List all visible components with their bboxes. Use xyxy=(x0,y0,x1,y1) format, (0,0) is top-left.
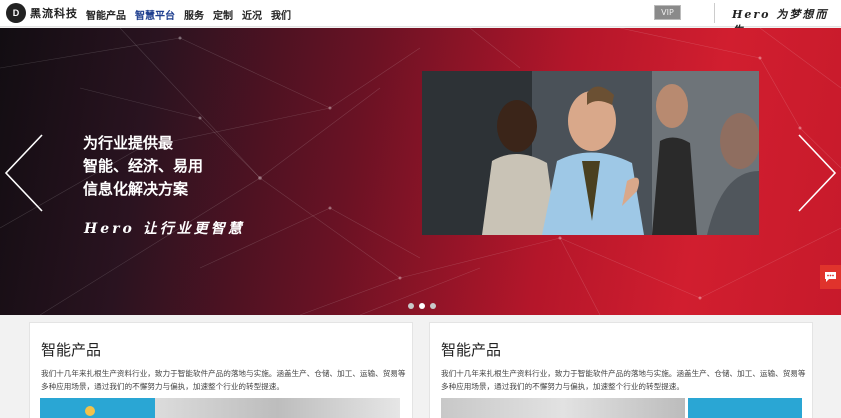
chat-icon xyxy=(825,272,836,282)
nav-item-platform[interactable]: 智慧平台 xyxy=(135,7,175,22)
nav-item-products[interactable]: 智能产品 xyxy=(86,7,126,22)
bulb-icon xyxy=(85,406,95,416)
card-thumb-photo xyxy=(441,398,685,418)
logo-text: 黑流科技 xyxy=(30,7,78,20)
nav-item-custom[interactable]: 定制 xyxy=(213,7,233,22)
card-description: 我们十几年来扎根生产资料行业，致力于智能软件产品的落地与实施。涵盖生产、仓储、加… xyxy=(441,369,806,391)
slide-dot-3[interactable] xyxy=(430,303,436,309)
chevron-right-icon[interactable] xyxy=(797,133,837,213)
slide-indicators xyxy=(408,303,441,309)
nav-item-news[interactable]: 近况 xyxy=(242,7,262,22)
headline-line-1: 为行业提供最 xyxy=(83,134,174,152)
banner-headline: 为行业提供最 智能、经济、易用 信息化解决方案 xyxy=(83,132,203,201)
hero-banner: 为行业提供最 智能、经济、易用 信息化解决方案 Hero 让行业更智慧 xyxy=(0,28,841,315)
page: D 黑流科技 智能产品 智慧平台 服务 定制 近况 我们 VIP Hero 为梦… xyxy=(0,0,841,418)
card-thumb-blue xyxy=(688,398,802,418)
chevron-left-icon[interactable] xyxy=(4,133,44,213)
product-card-right[interactable]: 智能产品 我们十几年来扎根生产资料行业，致力于智能软件产品的落地与实施。涵盖生产… xyxy=(429,322,813,418)
header-divider xyxy=(714,3,715,23)
top-header: D 黑流科技 智能产品 智慧平台 服务 定制 近况 我们 VIP Hero 为梦… xyxy=(0,0,841,37)
meeting-photo-illustration xyxy=(422,71,759,235)
business-meeting-photo xyxy=(422,71,759,235)
main-nav: 智能产品 智慧平台 服务 定制 近况 我们 xyxy=(86,7,300,22)
vip-badge[interactable]: VIP xyxy=(654,5,681,20)
banner-slogan: Hero 让行业更智慧 xyxy=(84,221,245,237)
card-title: 智能产品 xyxy=(441,341,502,359)
slide-dot-1[interactable] xyxy=(408,303,414,309)
card-description: 我们十几年来扎根生产资料行业，致力于智能软件产品的落地与实施。涵盖生产、仓储、加… xyxy=(41,369,406,391)
nav-item-about[interactable]: 我们 xyxy=(271,7,291,22)
headline-line-2: 智能、经济、易用 xyxy=(83,157,204,175)
headline-line-3: 信息化解决方案 xyxy=(83,180,189,198)
card-thumb-blue xyxy=(40,398,155,418)
nav-item-service[interactable]: 服务 xyxy=(184,7,204,22)
logo-icon: D xyxy=(6,3,26,23)
card-thumb-photo xyxy=(155,398,400,418)
product-card-left[interactable]: 智能产品 我们十几年来扎根生产资料行业，致力于智能软件产品的落地与实施。涵盖生产… xyxy=(29,322,413,418)
slide-dot-2[interactable] xyxy=(419,303,425,309)
logo[interactable]: D 黑流科技 xyxy=(6,3,78,23)
chat-button[interactable] xyxy=(820,265,841,289)
card-title: 智能产品 xyxy=(41,341,102,359)
